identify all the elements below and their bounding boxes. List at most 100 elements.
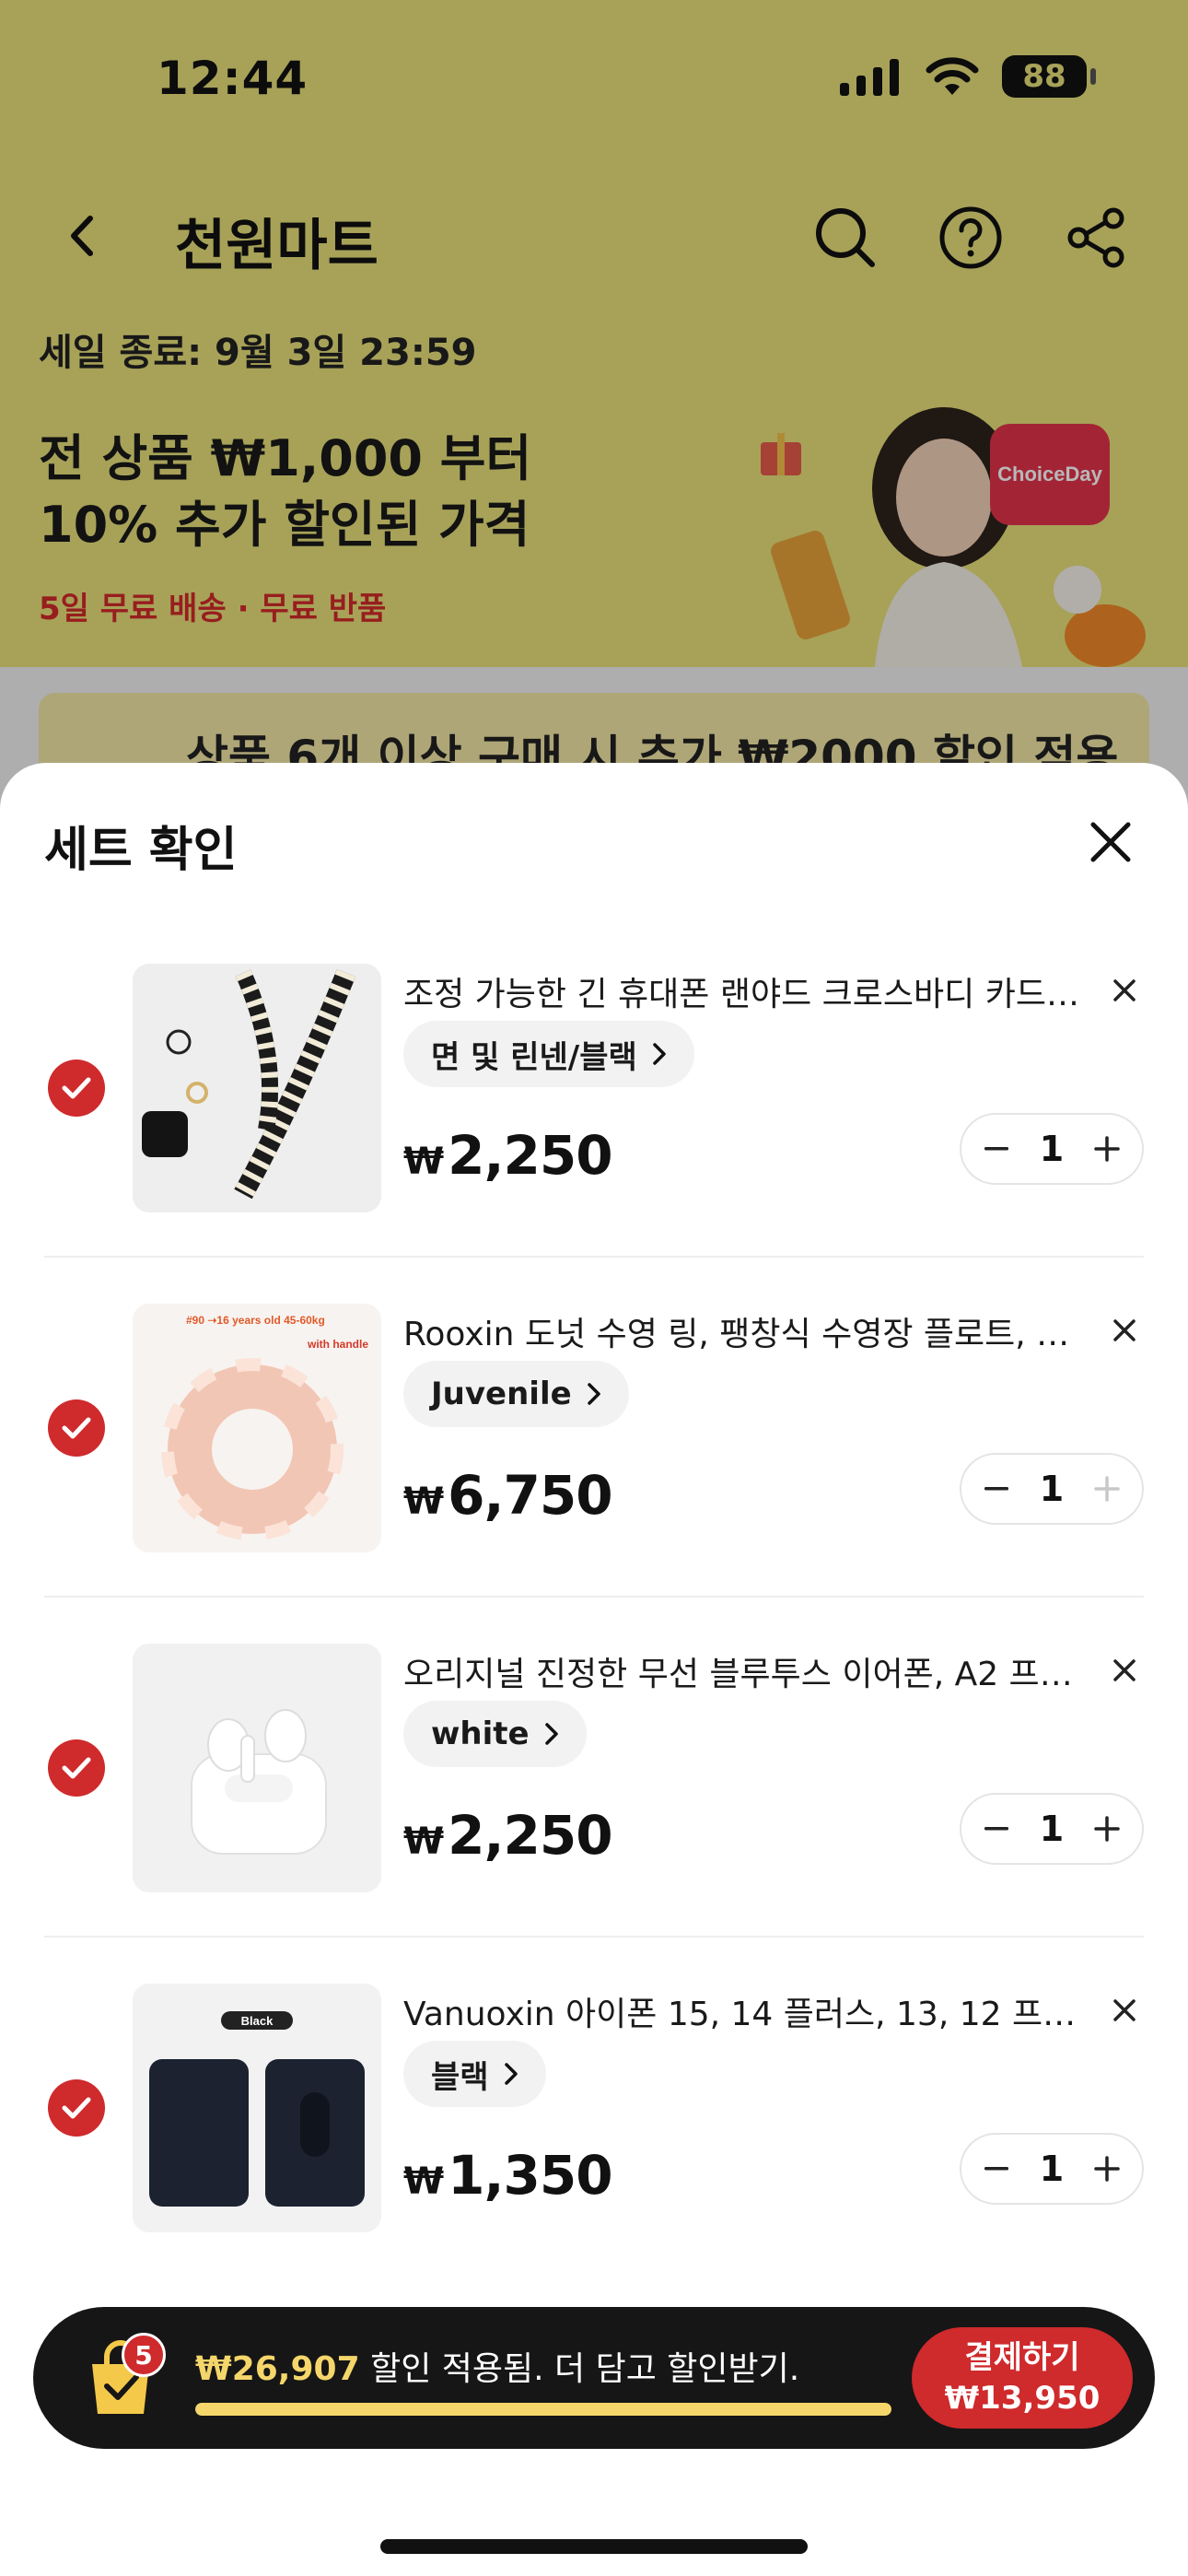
price-value: 2,250 xyxy=(448,1124,612,1187)
remove-item-button[interactable] xyxy=(1101,967,1147,1013)
variant-label: white xyxy=(431,1715,530,1752)
checkout-total: ₩13,950 xyxy=(944,2380,1101,2417)
item-name[interactable]: Vanuoxin 아이폰 15, 14 플러스, 13, 12 프로 맥스, .… xyxy=(403,1987,1085,2035)
discount-text: 할인 적용됨. 더 담고 할인받기. xyxy=(359,2350,800,2388)
minus-icon xyxy=(984,1147,1008,1151)
minus-icon xyxy=(984,2167,1008,2171)
cart-item: #90 ➝16 years old 45-60kg with handle Ro… xyxy=(0,1269,1188,1610)
variant-selector[interactable]: 면 및 린넨/블랙 xyxy=(403,1021,694,1087)
home-indicator xyxy=(380,2539,808,2554)
plus-icon xyxy=(1094,1816,1120,1842)
plus-icon xyxy=(1094,1136,1120,1162)
discount-progress-bar xyxy=(195,2403,891,2416)
product-thumbnail[interactable] xyxy=(133,964,381,1212)
price-value: 6,750 xyxy=(448,1464,612,1527)
discount-message: ₩26,907 할인 적용됨. 더 담고 할인받기. xyxy=(195,2342,799,2390)
sheet-title: 세트 확인 xyxy=(44,823,238,878)
price-value: 2,250 xyxy=(448,1804,612,1867)
close-icon xyxy=(1113,1659,1136,1681)
check-icon xyxy=(62,1077,91,1099)
item-name[interactable]: Rooxin 도넛 수영 링, 팽창식 수영장 플로트, 십대 ... xyxy=(403,1307,1085,1355)
item-checkbox[interactable] xyxy=(48,1739,105,1797)
chevron-right-icon xyxy=(544,1723,558,1745)
minus-icon xyxy=(984,1827,1008,1831)
item-price: ₩ 6,750 xyxy=(403,1464,613,1527)
variant-selector[interactable]: white xyxy=(403,1701,587,1767)
item-checkbox[interactable] xyxy=(48,1399,105,1457)
currency-symbol: ₩ xyxy=(403,1141,445,1183)
divider xyxy=(44,1936,1144,1938)
product-thumbnail[interactable]: Black xyxy=(133,1984,381,2232)
variant-label: 블랙 xyxy=(431,2058,489,2096)
quantity-stepper: 1 xyxy=(960,1113,1144,1185)
variant-label: 면 및 린넨/블랙 xyxy=(431,1038,637,1076)
check-icon xyxy=(62,1757,91,1779)
cart-item: Black Vanuoxin 아이폰 15, 14 플러스, 13, 12 프로… xyxy=(0,1949,1188,2289)
remove-item-button[interactable] xyxy=(1101,1987,1147,2033)
card-wallet-image: Black xyxy=(133,1984,381,2232)
variant-label: Juvenile xyxy=(431,1376,572,1412)
increase-button[interactable] xyxy=(1087,1129,1127,1169)
remove-item-button[interactable] xyxy=(1101,1647,1147,1693)
ring-spec-label: #90 ➝16 years old 45-60kg xyxy=(186,1314,325,1327)
discount-amount: ₩26,907 xyxy=(195,2350,360,2388)
close-icon xyxy=(1090,822,1131,862)
chevron-right-icon xyxy=(587,1383,600,1405)
item-checkbox[interactable] xyxy=(48,1060,105,1117)
product-thumbnail[interactable]: #90 ➝16 years old 45-60kg with handle xyxy=(133,1304,381,1552)
checkout-button[interactable]: 결제하기 ₩13,950 xyxy=(912,2327,1133,2429)
variant-selector[interactable]: Juvenile xyxy=(403,1361,629,1427)
decrease-button[interactable] xyxy=(976,1129,1017,1169)
divider xyxy=(44,1256,1144,1258)
close-icon xyxy=(1113,979,1136,1001)
quantity-value: 1 xyxy=(1039,1469,1065,1509)
minus-icon xyxy=(984,1487,1008,1491)
wallet-color-tag: Black xyxy=(241,2014,274,2028)
currency-symbol: ₩ xyxy=(403,1481,445,1523)
close-icon xyxy=(1113,1319,1136,1341)
quantity-value: 1 xyxy=(1039,1129,1065,1169)
discount-progress-fill xyxy=(195,2403,891,2416)
increase-button[interactable] xyxy=(1087,2149,1127,2189)
plus-icon xyxy=(1094,2156,1120,2182)
decrease-button[interactable] xyxy=(976,2149,1017,2189)
quantity-stepper: 1 xyxy=(960,1793,1144,1865)
checkout-label: 결제하기 xyxy=(964,2339,1080,2376)
cart-count-badge: 5 xyxy=(122,2333,166,2377)
plus-icon xyxy=(1094,1476,1120,1502)
item-checkbox[interactable] xyxy=(48,2079,105,2137)
quantity-stepper: 1 xyxy=(960,1453,1144,1525)
increase-button[interactable] xyxy=(1087,1809,1127,1849)
checkout-bar: 5 ₩26,907 할인 적용됨. 더 담고 할인받기. 결제하기 ₩13,95… xyxy=(33,2307,1155,2449)
currency-symbol: ₩ xyxy=(403,2160,445,2203)
remove-item-button[interactable] xyxy=(1101,1307,1147,1353)
item-price: ₩ 2,250 xyxy=(403,1804,613,1867)
close-button[interactable] xyxy=(1077,809,1144,875)
variant-selector[interactable]: 블랙 xyxy=(403,2041,546,2107)
lanyard-image xyxy=(133,964,381,1212)
ring-handle-label: with handle xyxy=(307,1338,368,1351)
decrease-button[interactable] xyxy=(976,1469,1017,1509)
increase-button[interactable] xyxy=(1087,1469,1127,1509)
item-name[interactable]: 조정 가능한 긴 휴대폰 랜야드 크로스바디 카드, 목 ... xyxy=(403,967,1085,1015)
swim-ring-image: #90 ➝16 years old 45-60kg with handle xyxy=(133,1304,381,1552)
chevron-right-icon xyxy=(653,1043,666,1065)
decrease-button[interactable] xyxy=(976,1809,1017,1849)
chevron-right-icon xyxy=(504,2063,518,2085)
divider xyxy=(44,1596,1144,1598)
currency-symbol: ₩ xyxy=(403,1821,445,1863)
check-icon xyxy=(62,2097,91,2119)
check-icon xyxy=(62,1417,91,1439)
cart-item: 조정 가능한 긴 휴대폰 랜야드 크로스바디 카드, 목 ... 면 및 린넨/… xyxy=(0,929,1188,1270)
product-thumbnail[interactable] xyxy=(133,1644,381,1892)
cart-item: 오리지널 진정한 무선 블루투스 이어폰, A2 프로 헤... white ₩… xyxy=(0,1609,1188,1950)
earbuds-image xyxy=(133,1644,381,1892)
item-price: ₩ 1,350 xyxy=(403,2144,613,2207)
close-icon xyxy=(1113,1999,1136,2021)
quantity-value: 1 xyxy=(1039,1809,1065,1849)
quantity-stepper: 1 xyxy=(960,2133,1144,2205)
price-value: 1,350 xyxy=(448,2144,612,2207)
item-price: ₩ 2,250 xyxy=(403,1124,613,1187)
item-name[interactable]: 오리지널 진정한 무선 블루투스 이어폰, A2 프로 헤... xyxy=(403,1647,1085,1695)
quantity-value: 1 xyxy=(1039,2149,1065,2189)
